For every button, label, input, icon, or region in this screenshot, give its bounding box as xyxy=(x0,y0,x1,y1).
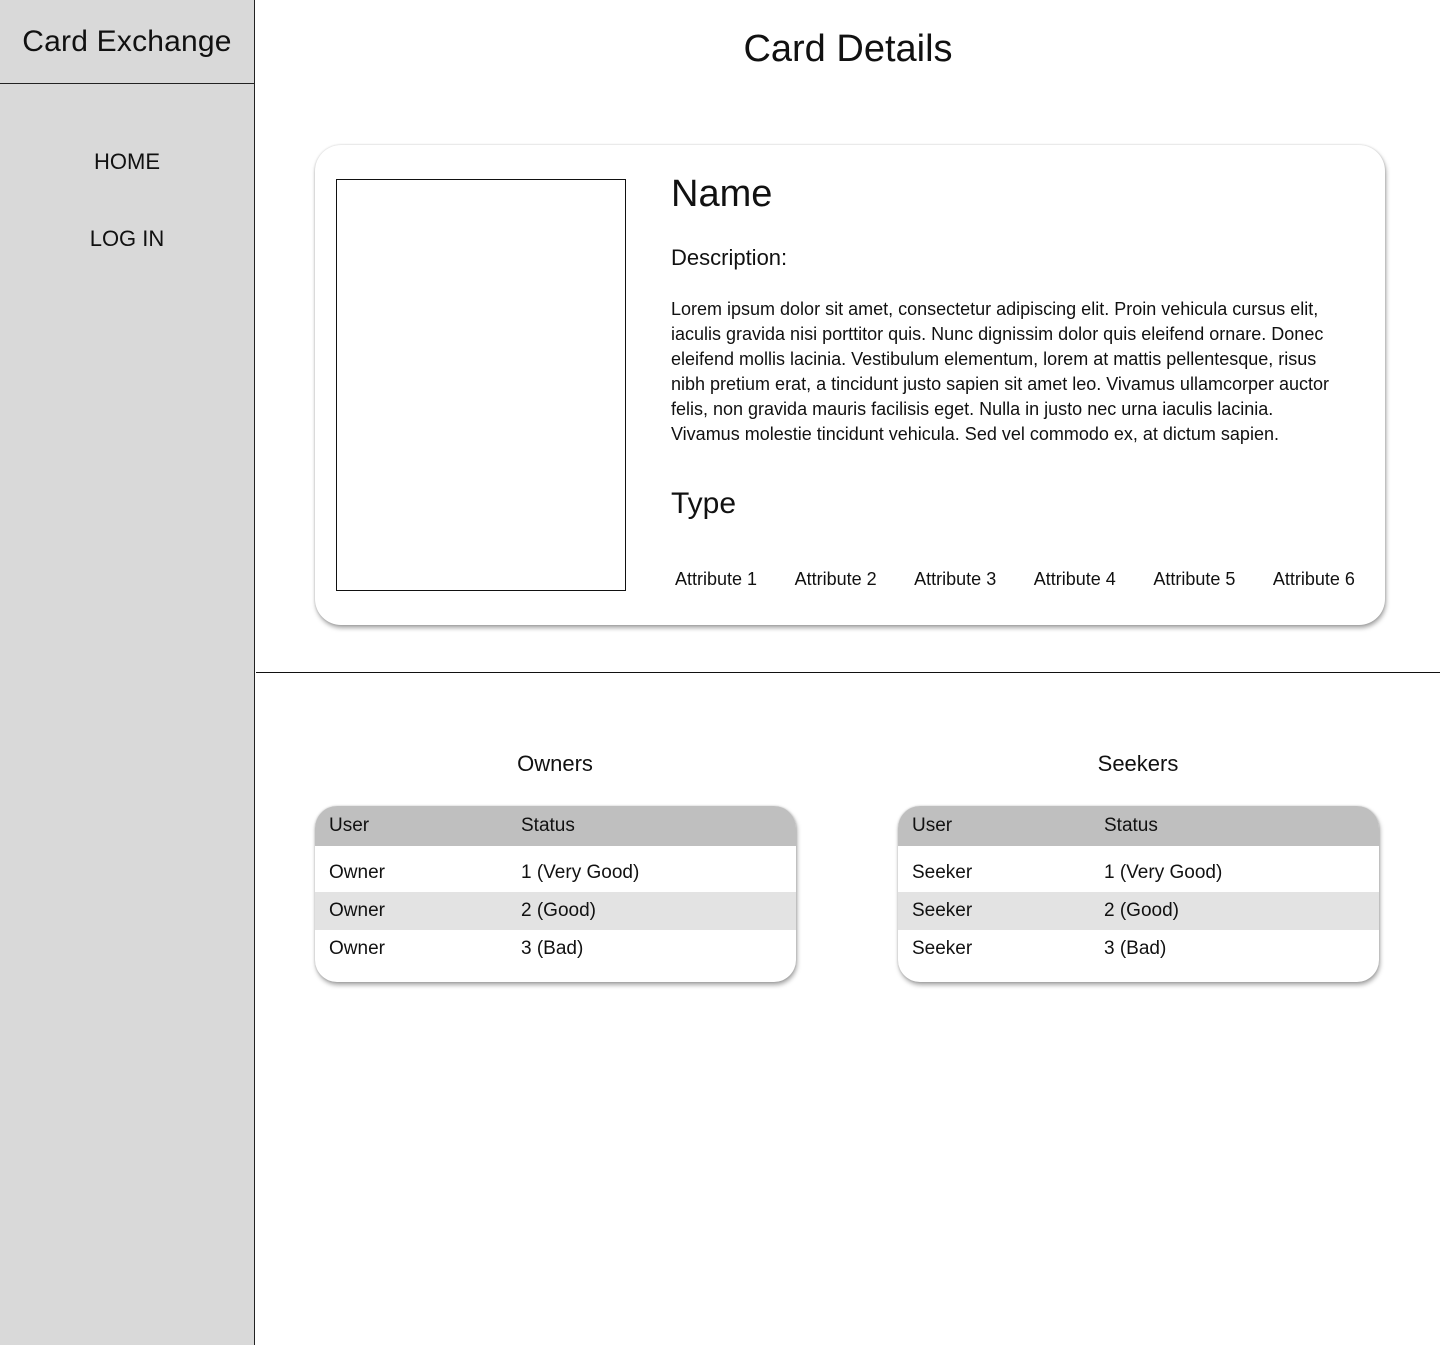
card-image-placeholder xyxy=(336,179,626,591)
cell-status: 2 (Good) xyxy=(1090,892,1379,930)
description-label: Description: xyxy=(671,245,788,270)
table-row[interactable]: Seeker 2 (Good) xyxy=(898,892,1379,930)
cell-status: 1 (Very Good) xyxy=(521,862,640,883)
attribute-6: Attribute 6 xyxy=(1272,569,1355,589)
nav-list: HOME LOG IN xyxy=(0,84,254,255)
attribute-2: Attribute 2 xyxy=(794,569,877,589)
cell-user: Owner xyxy=(329,938,385,959)
section-divider xyxy=(256,672,1440,673)
table-row[interactable]: Seeker 1 (Very Good) xyxy=(898,854,1379,892)
cell-status: 1 (Very Good) xyxy=(1104,862,1223,883)
cell-user: Seeker xyxy=(898,892,1090,930)
column-header-status: Status xyxy=(507,806,796,846)
table-row[interactable]: Owner 1 (Very Good) xyxy=(315,854,796,892)
owners-table-panel: User Status Owner 1 (Very Good) Owner 2 … xyxy=(315,806,796,982)
page-title: Card Details xyxy=(743,28,953,70)
cell-status: 2 (Good) xyxy=(507,892,796,930)
cell-user: Owner xyxy=(315,892,507,930)
sidebar: Card Exchange HOME LOG IN xyxy=(0,0,255,1345)
table-spacer xyxy=(898,846,1379,854)
cell-status: 3 (Bad) xyxy=(521,938,584,959)
attribute-3: Attribute 3 xyxy=(914,569,997,589)
owners-title: Owners xyxy=(517,751,593,776)
description-text: Lorem ipsum dolor sit amet, consectetur … xyxy=(671,299,1329,444)
cell-user: Seeker xyxy=(912,938,973,959)
table-row[interactable]: Seeker 3 (Bad) xyxy=(898,930,1379,968)
attribute-1: Attribute 1 xyxy=(675,569,758,589)
table-spacer xyxy=(315,846,796,854)
cell-status: 3 (Bad) xyxy=(1104,938,1167,959)
owners-table: User Status Owner 1 (Very Good) Owner 2 … xyxy=(315,806,796,968)
column-header-status: Status xyxy=(1090,806,1379,846)
sidebar-nav: HOME LOG IN xyxy=(0,84,254,255)
seekers-title: Seekers xyxy=(1097,751,1179,776)
table-header-row: User Status xyxy=(898,806,1379,846)
card-name: Name xyxy=(671,173,773,215)
card-details-panel: Name Description: Lorem ipsum dolor sit … xyxy=(315,145,1385,625)
card-type: Type xyxy=(671,487,737,520)
column-header-user: User xyxy=(315,806,507,846)
seekers-table-panel: User Status Seeker 1 (Very Good) Seeker … xyxy=(898,806,1379,982)
attribute-5: Attribute 5 xyxy=(1153,569,1236,589)
column-header-user: User xyxy=(898,806,1090,846)
main-content: Card Details Name Description: Lorem ips… xyxy=(256,0,1440,1345)
table-row[interactable]: Owner 3 (Bad) xyxy=(315,930,796,968)
cell-user: Owner xyxy=(329,862,385,883)
table-header-row: User Status xyxy=(315,806,796,846)
nav-item-log-in[interactable]: LOG IN xyxy=(0,223,254,255)
attribute-list: Attribute 1 Attribute 2 Attribute 3 Attr… xyxy=(675,569,1355,590)
attribute-4: Attribute 4 xyxy=(1033,569,1116,589)
cell-user: Seeker xyxy=(912,862,973,883)
table-row[interactable]: Owner 2 (Good) xyxy=(315,892,796,930)
brand-title[interactable]: Card Exchange xyxy=(0,0,254,84)
nav-item-home[interactable]: HOME xyxy=(0,146,254,178)
seekers-table: User Status Seeker 1 (Very Good) Seeker … xyxy=(898,806,1379,968)
